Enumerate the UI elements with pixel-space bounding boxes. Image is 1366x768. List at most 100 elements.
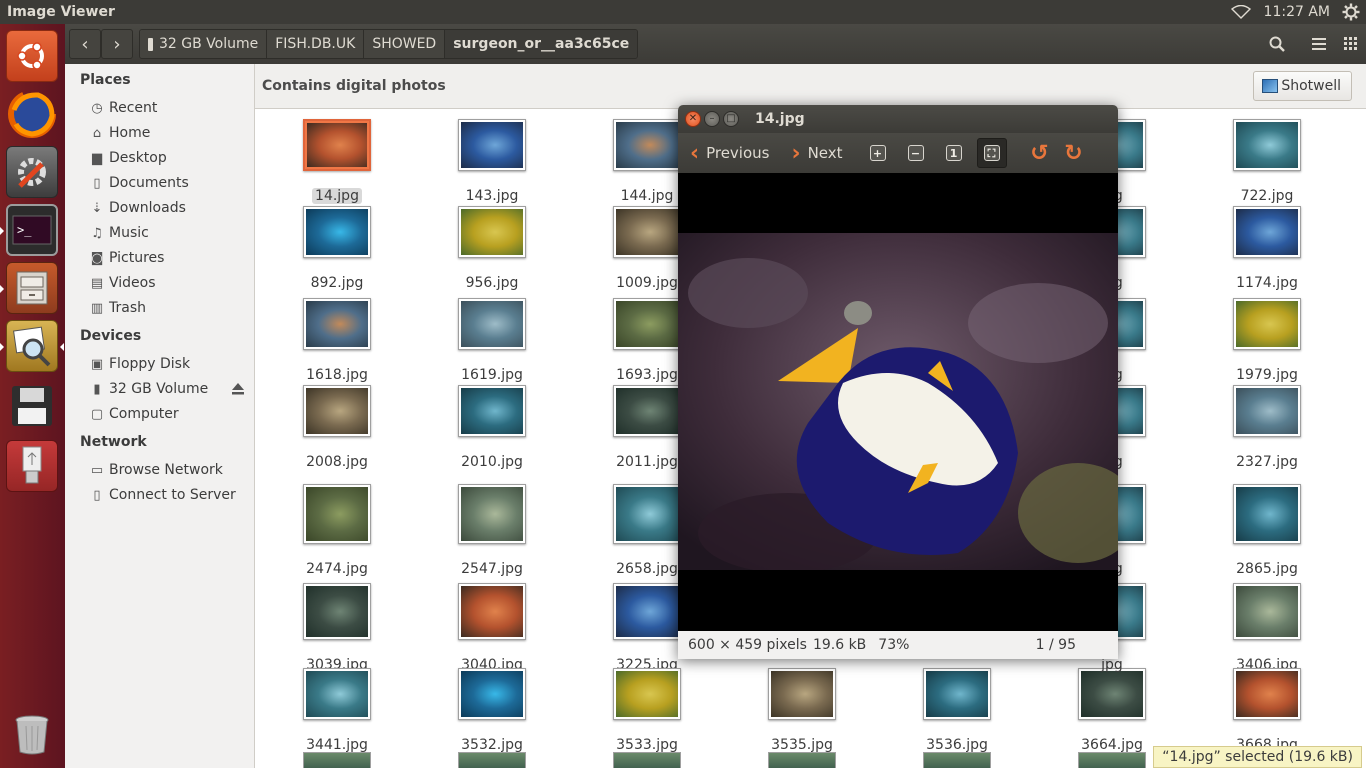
file-name: 722.jpg: [1240, 188, 1294, 204]
wifi-icon[interactable]: [1230, 0, 1252, 24]
file-item[interactable]: 3664.jpg: [1042, 668, 1182, 753]
sidebar-item-label: Browse Network: [109, 462, 223, 478]
sidebar-item-desktop[interactable]: ▆ Desktop: [89, 147, 167, 169]
close-icon[interactable]: ✕: [685, 111, 701, 127]
file-item[interactable]: 956.jpg: [422, 206, 562, 291]
file-name: 1979.jpg: [1236, 367, 1298, 383]
file-name: 144.jpg: [620, 188, 674, 204]
file-item[interactable]: 14.jpg: [267, 119, 407, 204]
next-button[interactable]: › Next: [791, 137, 842, 169]
image-viewer-icon[interactable]: [6, 320, 58, 372]
usb-drive-icon: [148, 37, 153, 51]
file-item[interactable]: 3532.jpg: [422, 668, 562, 753]
file-item[interactable]: 3536.jpg: [887, 668, 1027, 753]
file-cabinet-icon[interactable]: [6, 262, 58, 314]
image-thumbnail: [1233, 119, 1301, 171]
sidebar-item-documents[interactable]: ▯ Documents: [89, 172, 188, 194]
settings-icon[interactable]: [6, 146, 58, 198]
file-name: jpg: [1101, 657, 1123, 673]
open-shotwell-button[interactable]: Shotwell: [1253, 71, 1352, 101]
best-fit-icon: ⛶: [983, 145, 1000, 161]
image-thumbnail: [303, 484, 371, 544]
normal-size-button[interactable]: 1: [939, 138, 969, 168]
file-item[interactable]: 3535.jpg: [732, 668, 872, 753]
sidebar-item-videos[interactable]: ▤ Videos: [89, 272, 156, 294]
sidebar-item-downloads[interactable]: ⇣ Downloads: [89, 197, 186, 219]
floppy-icon[interactable]: [6, 380, 58, 432]
file-item[interactable]: 2010.jpg: [422, 385, 562, 470]
eject-icon[interactable]: [231, 382, 245, 396]
clock[interactable]: 11:27 AM: [1252, 4, 1340, 20]
back-button[interactable]: ‹: [69, 29, 101, 59]
file-item[interactable]: 1979.jpg: [1197, 298, 1337, 383]
sidebar-item-home[interactable]: ⌂ Home: [89, 122, 150, 144]
sidebar-item-floppy[interactable]: ▣ Floppy Disk: [89, 353, 190, 375]
sidebar-item-label: Desktop: [109, 150, 167, 166]
terminal-icon[interactable]: >_: [6, 204, 58, 256]
file-item[interactable]: 3441.jpg: [267, 668, 407, 753]
zoom-in-button[interactable]: +: [863, 138, 893, 168]
image-canvas[interactable]: [678, 173, 1118, 631]
grid-view-icon[interactable]: [1336, 29, 1366, 59]
sidebar-item-volume[interactable]: ▮ 32 GB Volume: [89, 378, 208, 400]
file-item[interactable]: 143.jpg: [422, 119, 562, 204]
file-name: 2474.jpg: [306, 561, 368, 577]
file-item[interactable]: 3039.jpg: [267, 583, 407, 673]
svg-text:>_: >_: [17, 223, 32, 237]
sidebar-item-trash[interactable]: ▥ Trash: [89, 297, 146, 319]
best-fit-button[interactable]: ⛶: [976, 138, 1007, 168]
normal-size-icon: 1: [945, 145, 962, 161]
file-item[interactable]: 3040.jpg: [422, 583, 562, 673]
file-item[interactable]: 3406.jpg: [1197, 583, 1337, 673]
file-item[interactable]: 3668.jpg: [1197, 668, 1337, 753]
sidebar-item-recent[interactable]: ◷ Recent: [89, 97, 157, 119]
gear-icon[interactable]: [1340, 0, 1362, 24]
search-icon[interactable]: [1260, 29, 1294, 59]
firefox-icon[interactable]: [6, 88, 58, 140]
file-name: 2008.jpg: [306, 454, 368, 470]
image-thumbnail: [923, 668, 991, 720]
image-thumbnail[interactable]: [923, 752, 991, 768]
usb-icon[interactable]: [6, 440, 58, 492]
file-item[interactable]: 2327.jpg: [1197, 385, 1337, 470]
image-thumbnail: [303, 668, 371, 720]
sidebar-item-computer[interactable]: ▢ Computer: [89, 403, 179, 425]
image-thumbnail[interactable]: [1078, 752, 1146, 768]
sidebar-item-browse-network[interactable]: ▭ Browse Network: [89, 459, 223, 481]
ubuntu-logo-icon[interactable]: [6, 30, 58, 82]
previous-button[interactable]: ‹ Previous: [690, 137, 769, 169]
file-item[interactable]: 1618.jpg: [267, 298, 407, 383]
image-thumbnail[interactable]: [458, 752, 526, 768]
button-label: Previous: [706, 144, 770, 162]
file-item[interactable]: 2865.jpg: [1197, 484, 1337, 577]
file-item[interactable]: 1174.jpg: [1197, 206, 1337, 291]
rotate-right-button[interactable]: ↻: [1059, 138, 1089, 168]
trash-icon[interactable]: [6, 708, 58, 760]
maximize-icon[interactable]: □: [723, 111, 739, 127]
crumb-fish-db[interactable]: FISH.DB.UK: [267, 30, 365, 58]
minimize-icon[interactable]: –: [704, 111, 720, 127]
sidebar-item-pictures[interactable]: ◙ Pictures: [89, 247, 165, 269]
forward-button[interactable]: ›: [101, 29, 133, 59]
file-item[interactable]: 1619.jpg: [422, 298, 562, 383]
crumb-current-folder[interactable]: surgeon_or__aa3c65ce: [445, 30, 638, 58]
file-item[interactable]: 892.jpg: [267, 206, 407, 291]
file-item[interactable]: 2547.jpg: [422, 484, 562, 577]
file-name: 3536.jpg: [926, 737, 988, 753]
file-item[interactable]: 722.jpg: [1197, 119, 1337, 204]
image-thumbnail[interactable]: [613, 752, 681, 768]
file-item[interactable]: 3533.jpg: [577, 668, 717, 753]
file-item[interactable]: 2474.jpg: [267, 484, 407, 577]
image-thumbnail[interactable]: [768, 752, 836, 768]
fish-photo: [678, 233, 1118, 570]
zoom-out-button[interactable]: −: [901, 138, 931, 168]
crumb-volume[interactable]: 32 GB Volume: [140, 30, 268, 58]
menu-icon[interactable]: [1302, 29, 1336, 59]
sidebar-item-music[interactable]: ♫ Music: [89, 222, 149, 244]
places-heading: Places: [80, 72, 131, 88]
image-thumbnail[interactable]: [303, 752, 371, 768]
rotate-left-button[interactable]: ↺: [1025, 138, 1055, 168]
sidebar-item-connect-server[interactable]: ▯ Connect to Server: [89, 484, 235, 506]
file-item[interactable]: 2008.jpg: [267, 385, 407, 470]
crumb-showed[interactable]: SHOWED: [364, 30, 446, 58]
